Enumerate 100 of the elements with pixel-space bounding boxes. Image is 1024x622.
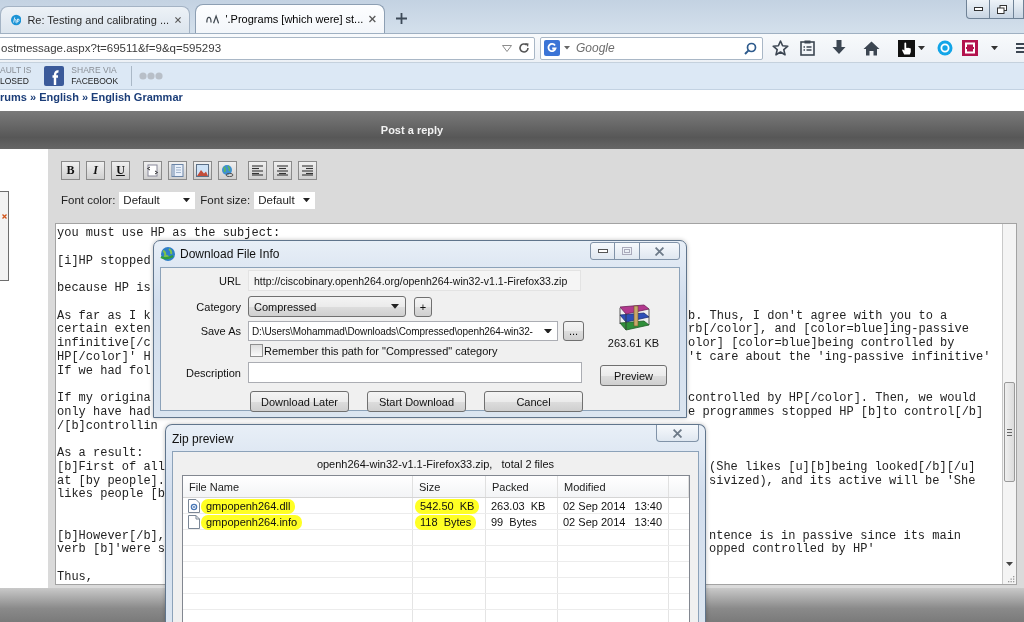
font-size-select[interactable]: Default	[254, 191, 316, 209]
column-header[interactable]: Modified	[564, 480, 606, 493]
close-icon[interactable]	[369, 15, 376, 23]
modified-date: 02 Sep 2014 13:40	[563, 514, 663, 530]
font-color-label: Font color:	[61, 194, 116, 206]
search-engine-icon[interactable]	[544, 40, 560, 56]
browser-tab[interactable]: '.Programs [which were] st...	[195, 4, 385, 33]
gear-file-icon	[188, 499, 200, 513]
text-line: e programmes stopped HP [b]to control[/b]	[688, 405, 984, 420]
text-line: because HP is	[57, 282, 151, 296]
remember-checkbox[interactable]	[250, 344, 263, 357]
dialog-title: Download File Info	[180, 247, 280, 261]
caret-icon[interactable]	[303, 197, 311, 203]
archive-icon	[617, 302, 650, 331]
caret-icon[interactable]	[544, 328, 552, 334]
save-path-combo[interactable]: D:\Users\Mohammad\Downloads\Compressed\openh264-win32-	[248, 321, 558, 341]
text-line: verb [b]'were s	[57, 543, 166, 557]
hand-cursor-icon[interactable]	[898, 39, 915, 57]
dots-icon[interactable]	[139, 72, 164, 80]
field-label: Save As	[200, 325, 241, 337]
home-icon[interactable]	[863, 40, 880, 56]
dialog-button[interactable]: Download Later	[250, 391, 349, 412]
text-line: If we had fol	[57, 364, 151, 379]
archive-summary: openh264-win32-v1.1-Firefox33.zip, total 2 files	[316, 457, 555, 470]
checkbox-label: Remember this path for "Compressed" category	[264, 344, 498, 357]
text-line: rb[/color], and [color=blue]ing-passive	[688, 323, 969, 337]
text-line: sivized), and its active will be 'She	[709, 474, 976, 489]
packed-size: 263.03 KB	[491, 498, 546, 514]
caret-icon[interactable]	[918, 45, 925, 51]
addon-button[interactable]: AULT IS LOSED	[0, 65, 32, 87]
text-line: (She likes [u][b]being looked[/b][/u]	[709, 460, 976, 475]
star-icon[interactable]	[772, 40, 789, 56]
round-app-logo-icon[interactable]	[937, 40, 953, 56]
square-app-logo-icon[interactable]	[962, 40, 978, 56]
text-line: ntence is in passive since its main	[709, 529, 962, 543]
quote-button[interactable]	[168, 161, 187, 180]
new-tab-icon[interactable]	[396, 13, 407, 24]
text-line: olor] [color=blue]being controlled by	[688, 337, 955, 351]
close-icon[interactable]	[655, 246, 664, 256]
browse-button[interactable]: ...	[563, 321, 584, 341]
close-icon[interactable]	[673, 428, 682, 438]
column-header[interactable]: Packed	[492, 480, 529, 493]
dialog-button[interactable]: Start Download	[367, 391, 466, 412]
caret-icon[interactable]	[391, 304, 399, 309]
align-center-button[interactable]	[273, 161, 292, 180]
addon-button[interactable]: SHARE VIA FACEBOOK	[44, 65, 119, 87]
text-line: likes people [b	[57, 488, 166, 502]
description-field[interactable]	[248, 362, 582, 383]
link-button[interactable]	[218, 161, 237, 180]
code-button[interactable]	[143, 161, 162, 180]
preview-button[interactable]: Preview	[600, 365, 667, 386]
address-field[interactable]: ostmessage.aspx?t=69511&f=9&q=595293	[0, 36, 535, 60]
category-select[interactable]: Compressed	[248, 296, 406, 317]
add-category-button[interactable]: +	[414, 296, 432, 317]
resize-grip-icon[interactable]	[1007, 575, 1015, 583]
caret-icon[interactable]	[183, 197, 191, 203]
text-line: If my origina	[57, 392, 151, 406]
file-size: 542.50 KB	[415, 498, 480, 514]
text-line: Thus,	[57, 570, 93, 584]
restore-button[interactable]	[990, 0, 1014, 19]
browser-tab[interactable]: Re: Testing and calibrating ...	[0, 6, 190, 33]
url-field[interactable]: http://ciscobinary.openh264.org/openh264-win32-v1.1-Firefox33.zip	[248, 270, 581, 291]
marker-icon	[1, 214, 7, 219]
search-icon[interactable]	[744, 41, 757, 55]
close-button[interactable]	[656, 425, 699, 442]
scrollbar[interactable]	[1002, 224, 1016, 584]
text-line: /[b]controllin	[57, 419, 158, 434]
close-icon[interactable]	[175, 16, 181, 24]
text-line: only have had	[57, 405, 151, 420]
format-button[interactable]: U	[111, 161, 130, 180]
reload-icon[interactable]	[518, 42, 530, 54]
scroll-down-icon[interactable]	[1006, 562, 1013, 566]
column-header[interactable]: Size	[419, 480, 441, 493]
search-field[interactable]: Google	[540, 36, 763, 60]
font-color-select[interactable]: Default	[119, 191, 196, 209]
minimize-button[interactable]	[590, 242, 615, 260]
clipboard-icon[interactable]	[800, 40, 815, 56]
align-center-icon	[277, 165, 288, 176]
scrollbar-thumb[interactable]	[1004, 382, 1015, 482]
align-left-button[interactable]	[248, 161, 267, 180]
image-button[interactable]	[193, 161, 212, 180]
download-arrow-icon[interactable]	[832, 40, 846, 56]
document-icon	[171, 164, 184, 177]
text-line: opped controlled by HP'	[709, 543, 875, 557]
caret-icon[interactable]	[991, 45, 998, 51]
format-button[interactable]: I	[86, 161, 105, 180]
minimize-button[interactable]	[966, 0, 990, 19]
close-button[interactable]	[639, 242, 680, 260]
align-right-button[interactable]	[298, 161, 317, 180]
text-line: at [by people].	[57, 474, 166, 488]
column-header[interactable]: File Name	[189, 480, 240, 493]
menu-icon[interactable]	[1016, 42, 1024, 54]
f-logo-icon	[44, 66, 65, 86]
text-line: you must use HP as the subject:	[57, 227, 281, 241]
format-button[interactable]: B	[61, 161, 80, 180]
restore-icon	[996, 4, 1007, 14]
dropdown-arrow-icon[interactable]	[502, 44, 512, 52]
round-logo-icon	[11, 13, 22, 27]
packed-size: 99 Bytes	[491, 514, 537, 530]
dialog-button[interactable]: Cancel	[484, 391, 583, 412]
